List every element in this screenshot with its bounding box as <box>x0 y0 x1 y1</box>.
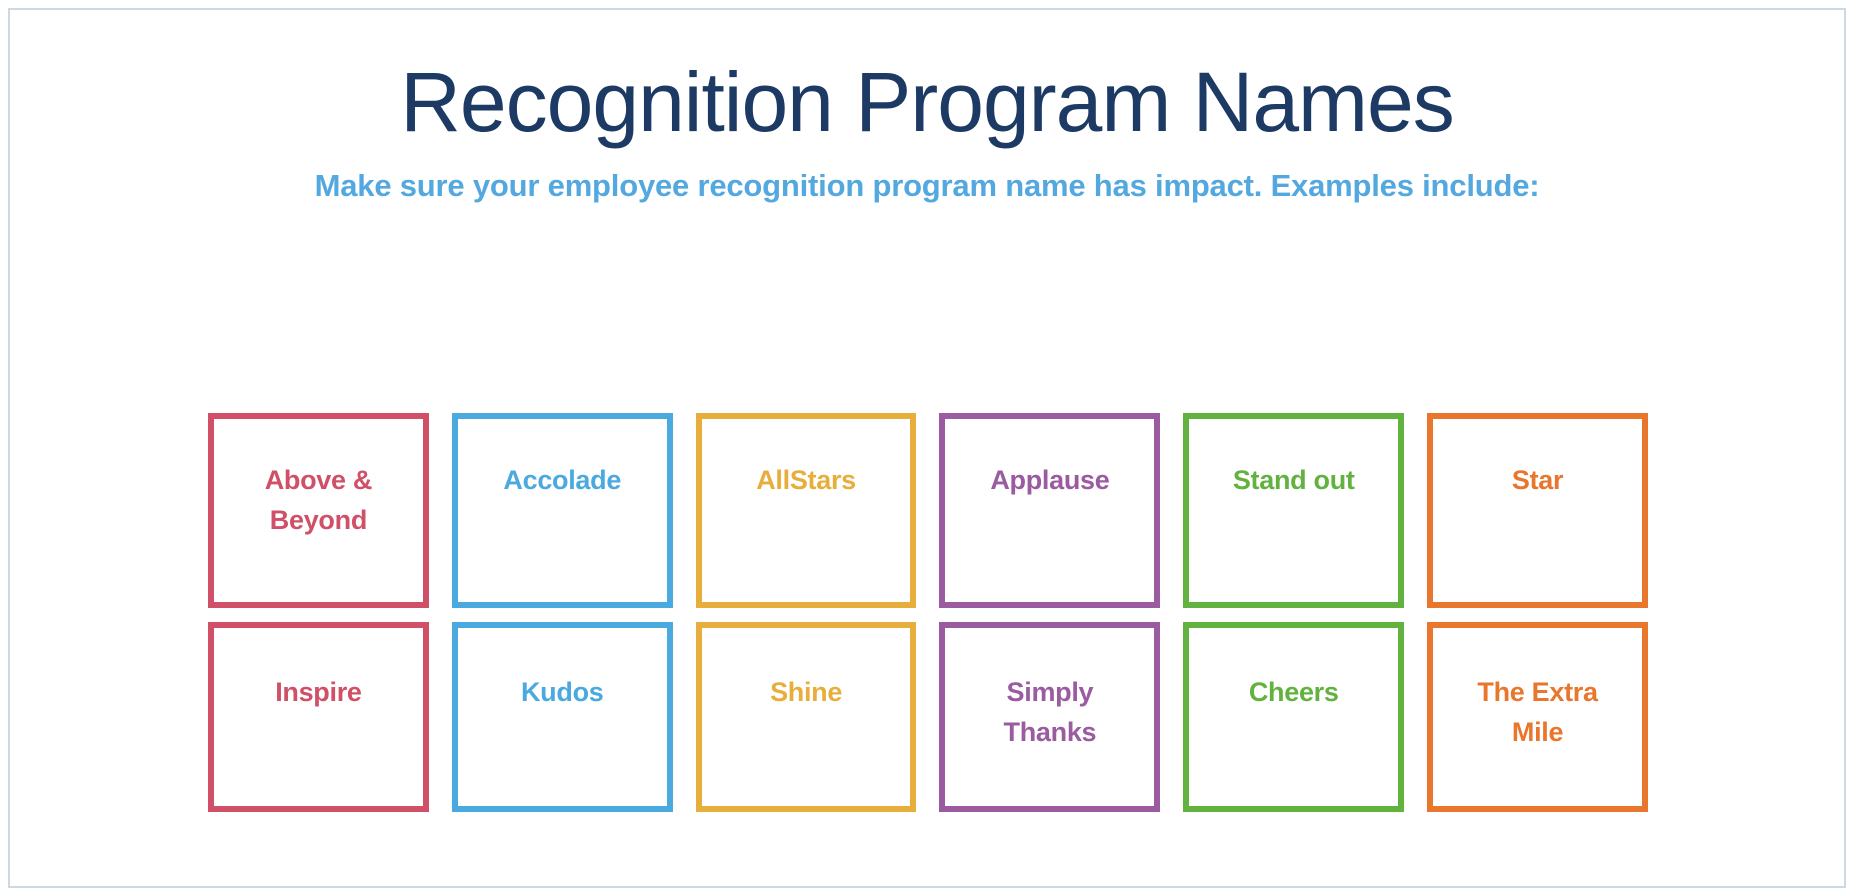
program-name-card[interactable]: Inspire <box>208 622 429 812</box>
program-name-label: AllStars <box>756 465 856 495</box>
program-name-label: Accolade <box>503 465 622 495</box>
program-name-card[interactable]: AllStars <box>695 413 917 608</box>
program-name-label: Applause <box>990 465 1110 495</box>
program-name-card[interactable]: Stand out <box>1183 413 1405 608</box>
program-name-label: Stand out <box>1232 465 1355 495</box>
header: Recognition Program Names Make sure your… <box>10 10 1844 204</box>
program-name-label: Shine <box>770 677 843 707</box>
program-name-label: Above & Beyond <box>264 465 373 535</box>
program-name-grid: Above & Beyond Accolade AllStars Applaus… <box>208 413 1648 812</box>
program-name-label: Cheers <box>1248 677 1339 707</box>
grid-row: Inspire Kudos Shine Simply Thanks Cheers… <box>208 622 1648 812</box>
program-name-label: Kudos <box>520 677 604 707</box>
program-name-card[interactable]: Accolade <box>451 413 673 608</box>
program-name-card[interactable]: The Extra Mile <box>1427 622 1648 812</box>
program-name-card[interactable]: Simply Thanks <box>939 622 1161 812</box>
program-name-card[interactable]: Applause <box>939 413 1161 608</box>
slide-canvas: Recognition Program Names Make sure your… <box>8 8 1846 888</box>
program-name-card[interactable]: Kudos <box>451 622 673 812</box>
grid-row: Above & Beyond Accolade AllStars Applaus… <box>208 413 1648 608</box>
program-name-label: Inspire <box>275 677 362 707</box>
program-name-label: Star <box>1511 465 1564 495</box>
program-name-label: Simply Thanks <box>1003 677 1097 747</box>
program-name-card[interactable]: Cheers <box>1183 622 1405 812</box>
page-subtitle: Make sure your employee recognition prog… <box>314 168 1540 204</box>
program-name-card[interactable]: Star <box>1427 413 1648 608</box>
program-name-card[interactable]: Shine <box>695 622 917 812</box>
program-name-card[interactable]: Above & Beyond <box>208 413 429 608</box>
page-title: Recognition Program Names <box>400 55 1454 149</box>
program-name-label: The Extra Mile <box>1477 677 1598 747</box>
